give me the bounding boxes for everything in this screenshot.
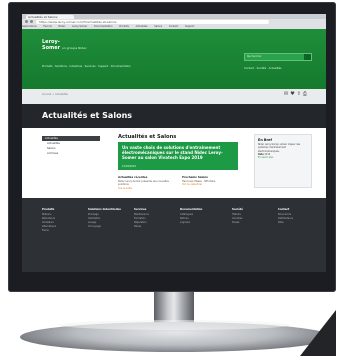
- forward-icon[interactable]: [30, 20, 33, 23]
- sidebar-item[interactable]: Archives: [42, 151, 100, 156]
- bookmark-item[interactable]: Produits: [119, 25, 129, 28]
- header-secondary-links[interactable]: Contact · Société · Actualités: [244, 67, 281, 70]
- footer-column-title: Société: [232, 208, 243, 211]
- bookmark-item[interactable]: Favoris: [43, 25, 51, 28]
- sidebar-nav: Actualités Actualités Salons Archives: [42, 136, 100, 156]
- footer-link[interactable]: Pièces: [134, 225, 174, 229]
- page-tools: ✉♥⇪⎙: [284, 91, 309, 97]
- section-title: Actualités et Salons: [118, 134, 177, 140]
- page-title: Actualités et Salons: [42, 111, 133, 120]
- featured-news-date: 12/04/2019: [122, 165, 136, 168]
- info-box: En Bref Nidec Leroy-Somer, acteur majeur…: [254, 134, 312, 188]
- bookmark-item[interactable]: Applications: [22, 25, 37, 28]
- featured-news-text: Un vaste choix de solutions d'entraîneme…: [122, 145, 223, 160]
- info-box-title: En Bref: [258, 138, 272, 142]
- recent-news-column: Actualités récentes Nidec Leroy-Somer pr…: [118, 175, 170, 190]
- bookmark-item[interactable]: Actualités: [136, 25, 148, 28]
- upcoming-shows-column: Prochains Salons Hannover Messe · SPS It…: [182, 175, 234, 187]
- site-logo[interactable]: Leroy- Somer un groupe Nidec: [42, 39, 87, 51]
- monitor-stand-highlight: [60, 320, 290, 330]
- main-content: Actualités Actualités Salons Archives Ac…: [22, 128, 326, 198]
- upcoming-shows-link[interactable]: Voir le calendrier: [182, 183, 202, 186]
- site-header: Leroy- Somer un groupe Nidec Produits · …: [22, 29, 326, 89]
- search-placeholder: Rechercher: [247, 55, 262, 58]
- address-bar[interactable]: https://www.leroy-somer.com/fr/actualite…: [36, 20, 269, 24]
- footer-link[interactable]: Presse: [232, 221, 272, 225]
- bookmark-item[interactable]: Documentation: [94, 25, 112, 28]
- footer-column: Solutions Industrielles Pompage Ventilat…: [88, 208, 128, 229]
- recent-news-link[interactable]: Lire la suite: [118, 187, 132, 190]
- site-footer: Produits Moteurs Réducteurs Variateurs A…: [22, 198, 326, 272]
- footer-link[interactable]: Freins: [42, 229, 82, 233]
- footer-column: Documentation Catalogues Notices Logicie…: [180, 208, 220, 225]
- bookmark-item[interactable]: Salons: [154, 25, 162, 28]
- bookmark-item[interactable]: Nidec: [59, 25, 66, 28]
- footer-column: Produits Moteurs Réducteurs Variateurs A…: [42, 208, 82, 233]
- search-input[interactable]: Rechercher: [244, 53, 312, 61]
- info-box-link[interactable]: En savoir plus: [258, 156, 308, 159]
- featured-news[interactable]: Un vaste choix de solutions d'entraîneme…: [118, 142, 238, 170]
- footer-link[interactable]: Logiciels: [180, 221, 220, 225]
- back-icon[interactable]: [25, 20, 28, 23]
- tab-bar: Actualités et Salons: [22, 14, 326, 19]
- dark-corner-shape: [300, 310, 336, 356]
- logo-line-2: Somer: [42, 45, 61, 51]
- page-hero: Actualités et Salons: [22, 104, 326, 128]
- footer-column-title: Documentation: [180, 208, 203, 211]
- bookmark-item[interactable]: Leroy-Somer: [72, 25, 87, 28]
- footer-column-title: Produits: [42, 208, 55, 211]
- bookmark-item[interactable]: Support: [185, 25, 194, 28]
- footer-link[interactable]: Sites: [278, 221, 318, 225]
- footer-column-title: Services: [134, 208, 147, 211]
- main-nav[interactable]: Produits · Solutions · Industries · Serv…: [42, 65, 131, 68]
- footer-column-title: Solutions Industrielles: [88, 208, 121, 211]
- footer-link[interactable]: Convoyage: [88, 225, 128, 229]
- breadcrumb[interactable]: Accueil > Actualités: [42, 93, 68, 96]
- search-button[interactable]: [304, 54, 311, 60]
- monitor-screen: Actualités et Salons https://www.leroy-s…: [22, 14, 326, 272]
- recent-news-text: Nidec Leroy-Somer présente ses nouvelles…: [118, 179, 169, 187]
- browser-chrome: Actualités et Salons https://www.leroy-s…: [22, 14, 326, 29]
- footer-column: Société Histoire Carrières Presse: [232, 208, 272, 225]
- footer-column: Contact Nous écrire Distributeurs Sites: [278, 208, 318, 225]
- footer-column-title: Contact: [278, 208, 290, 211]
- bookmark-item[interactable]: Contact: [169, 25, 178, 28]
- print-icon[interactable]: ⎙: [303, 91, 309, 97]
- logo-subtitle: un groupe Nidec: [61, 46, 87, 50]
- info-box-text: Nidec Leroy-Somer, acteur majeur des sys…: [258, 143, 301, 153]
- browser-tab[interactable]: Actualités et Salons: [26, 15, 74, 19]
- footer-column: Services Maintenance Formation Réparatio…: [134, 208, 174, 229]
